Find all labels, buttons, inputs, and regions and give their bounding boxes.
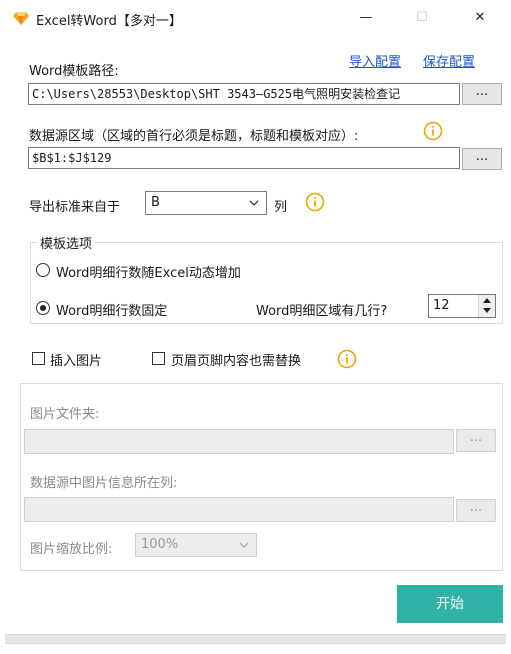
datasource-browse-button[interactable]: ... [462,148,502,170]
progress-bar [5,634,506,644]
export-column-label: 导出标准来自于 [29,200,121,215]
import-config-link[interactable]: 导入配置 [349,51,401,70]
picture-scale-value: 100% [141,537,179,552]
header-footer-label[interactable]: 页眉页脚内容也需替换 [171,350,301,369]
app-window: Excel转Word【多对一】 — ☐ ✕ 导入配置 保存配置 Word模板路径… [0,0,511,654]
export-column-suffix: 列 [274,200,288,215]
template-browse-button[interactable]: ... [462,83,502,105]
info-icon[interactable] [337,349,357,369]
radio-selected-dot [40,305,46,311]
info-icon[interactable] [423,121,443,141]
insert-picture-label[interactable]: 插入图片 [50,350,102,369]
stepper-arrows[interactable] [478,295,495,317]
picture-column-browse-button[interactable]: ... [456,499,496,522]
picture-folder-input[interactable] [24,429,454,454]
radio-dynamic-rows[interactable] [36,263,50,277]
stepper-down-icon[interactable] [483,308,491,313]
start-button[interactable]: 开始 [397,585,503,623]
datasource-input[interactable]: $B$1:$J$129 [28,147,460,169]
export-column-value: B [151,195,160,210]
minimize-button[interactable]: — [351,6,381,30]
picture-folder-label: 图片文件夹: [30,407,100,422]
radio-fixed-label[interactable]: Word明细行数固定 [56,300,167,319]
picture-column-label: 数据源中图片信息所在列: [30,476,178,491]
maximize-button[interactable]: ☐ [407,6,437,30]
rows-count-label: Word明细区域有几行? [256,304,388,319]
diamond-app-icon [13,12,29,25]
template-options-title: 模板选项 [37,233,96,252]
chevron-down-icon [249,200,259,206]
export-column-select[interactable]: B [145,191,267,215]
window-title: Excel转Word【多对一】 [36,14,182,29]
radio-dynamic-label[interactable]: Word明细行数随Excel动态增加 [56,262,241,281]
datasource-label: 数据源区域（区域的首行必须是标题，标题和模板对应）: [29,129,359,144]
chevron-down-icon [239,542,249,548]
rows-count-stepper[interactable]: 12 [428,294,496,318]
picture-column-input[interactable] [24,497,454,522]
close-button[interactable]: ✕ [465,6,495,30]
template-path-label: Word模板路径: [29,64,119,79]
info-icon[interactable] [305,192,325,212]
picture-scale-label: 图片缩放比例: [30,542,113,557]
radio-fixed-rows[interactable] [36,301,50,315]
stepper-up-icon[interactable] [483,298,491,303]
header-footer-checkbox[interactable] [152,352,165,365]
title-bar: Excel转Word【多对一】 — ☐ ✕ [0,0,511,36]
insert-picture-checkbox[interactable] [32,352,45,365]
rows-count-value: 12 [433,298,450,313]
save-config-link[interactable]: 保存配置 [423,51,475,70]
template-path-input[interactable]: C:\Users\28553\Desktop\SHT 3543—G525电气照明… [28,83,460,105]
picture-folder-browse-button[interactable]: ... [456,429,496,452]
picture-scale-select[interactable]: 100% [135,533,257,557]
